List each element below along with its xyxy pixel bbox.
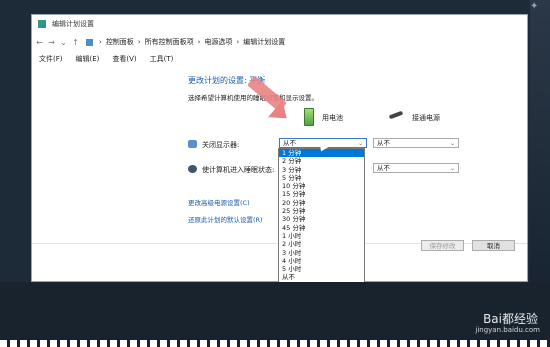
breadcrumb-separator: › — [236, 38, 240, 46]
dropdown-option[interactable]: 2 小时 — [279, 240, 364, 248]
watermark-url: jingyan.baidu.com — [475, 326, 540, 334]
dropdown-option[interactable]: 5 小时 — [279, 265, 364, 273]
dropdown-option[interactable]: 4 小时 — [279, 257, 364, 265]
menu-file[interactable]: 文件(F) — [39, 54, 63, 64]
display-icon — [188, 140, 197, 148]
forward-icon[interactable]: → — [47, 38, 56, 47]
sleep-label: 使计算机进入睡眠状态: — [202, 166, 275, 174]
dropdown-option[interactable]: 20 分钟 — [279, 199, 364, 207]
dropdown-option[interactable]: 2 分钟 — [279, 157, 364, 165]
select-value: 从不 — [283, 139, 296, 147]
window-title: 编辑计划设置 — [52, 19, 94, 28]
dropdown-option[interactable]: 15 分钟 — [279, 190, 364, 198]
page-subtext: 选择希望计算机使用的睡眠设置和显示设置。 — [188, 94, 318, 102]
page-bottom-region — [0, 282, 550, 347]
timeout-dropdown-list: 1 分钟 2 分钟 3 分钟 5 分钟 10 分钟 15 分钟 20 分钟 25… — [278, 148, 365, 283]
menu-tools[interactable]: 工具(T) — [150, 54, 174, 64]
dropdown-option[interactable]: 从不 — [279, 273, 364, 281]
dropdown-option[interactable]: 3 分钟 — [279, 166, 364, 174]
chevron-down-icon: ⌄ — [449, 140, 455, 147]
display-off-plugged-select[interactable]: 从不 ⌄ — [373, 138, 459, 148]
breadcrumb-item[interactable]: 电源选项 — [204, 37, 232, 47]
display-off-label: 关闭显示器: — [202, 141, 240, 149]
chevron-down-icon: ⌄ — [449, 165, 455, 172]
breadcrumb: › 控制面板 › 所有控制面板项 › 电源选项 › 编辑计划设置 — [86, 37, 289, 47]
menu-edit[interactable]: 编辑(E) — [76, 54, 100, 64]
control-panel-icon — [86, 38, 93, 46]
plug-icon — [388, 110, 404, 120]
back-icon[interactable]: ← — [35, 38, 44, 47]
sleep-icon — [188, 165, 197, 173]
address-bar: ← → ⌄ ↑ › 控制面板 › 所有控制面板项 › 电源选项 › 编辑计划设置 — [32, 35, 527, 49]
cropped-text-strip — [0, 340, 550, 347]
dropdown-option[interactable]: 3 小时 — [279, 249, 364, 257]
up-icon[interactable]: ↑ — [71, 38, 80, 47]
menu-view[interactable]: 查看(V) — [112, 54, 136, 64]
select-value: 从不 — [377, 164, 390, 172]
sleep-plugged-select[interactable]: 从不 ⌄ — [373, 163, 459, 173]
breadcrumb-item[interactable]: 编辑计划设置 — [243, 37, 285, 47]
menu-bar: 文件(F) 编辑(E) 查看(V) 工具(T) — [32, 52, 179, 65]
breadcrumb-separator: › — [197, 38, 201, 46]
app-icon — [38, 19, 46, 28]
battery-column-label: 用电池 — [322, 114, 343, 122]
cancel-button[interactable]: 取消 — [472, 240, 515, 251]
dropdown-option[interactable]: 45 分钟 — [279, 224, 364, 232]
dropdown-option[interactable]: 5 分钟 — [279, 174, 364, 182]
select-value: 从不 — [377, 139, 390, 147]
plugged-column-label: 接通电源 — [412, 114, 440, 122]
advanced-settings-link[interactable]: 更改高级电源设置(C) — [188, 197, 250, 207]
recent-dropdown-icon[interactable]: ⌄ — [59, 38, 68, 47]
dropdown-option[interactable]: 30 分钟 — [279, 215, 364, 223]
chevron-down-icon: ⌄ — [357, 140, 363, 147]
restore-defaults-link[interactable]: 还原此计划的默认设置(R) — [188, 214, 263, 224]
breadcrumb-separator: › — [137, 38, 141, 46]
breadcrumb-separator: › — [99, 38, 102, 46]
titlebar: 编辑计划设置 — [32, 15, 527, 32]
save-button[interactable]: 保存修改 — [421, 240, 464, 251]
breadcrumb-item[interactable]: 所有控制面板项 — [145, 37, 194, 47]
watermark-logo: Bai都经验 — [483, 312, 538, 326]
battery-icon — [304, 108, 314, 126]
brand-icon: ✦ — [530, 1, 539, 12]
breadcrumb-item[interactable]: 控制面板 — [106, 37, 134, 47]
